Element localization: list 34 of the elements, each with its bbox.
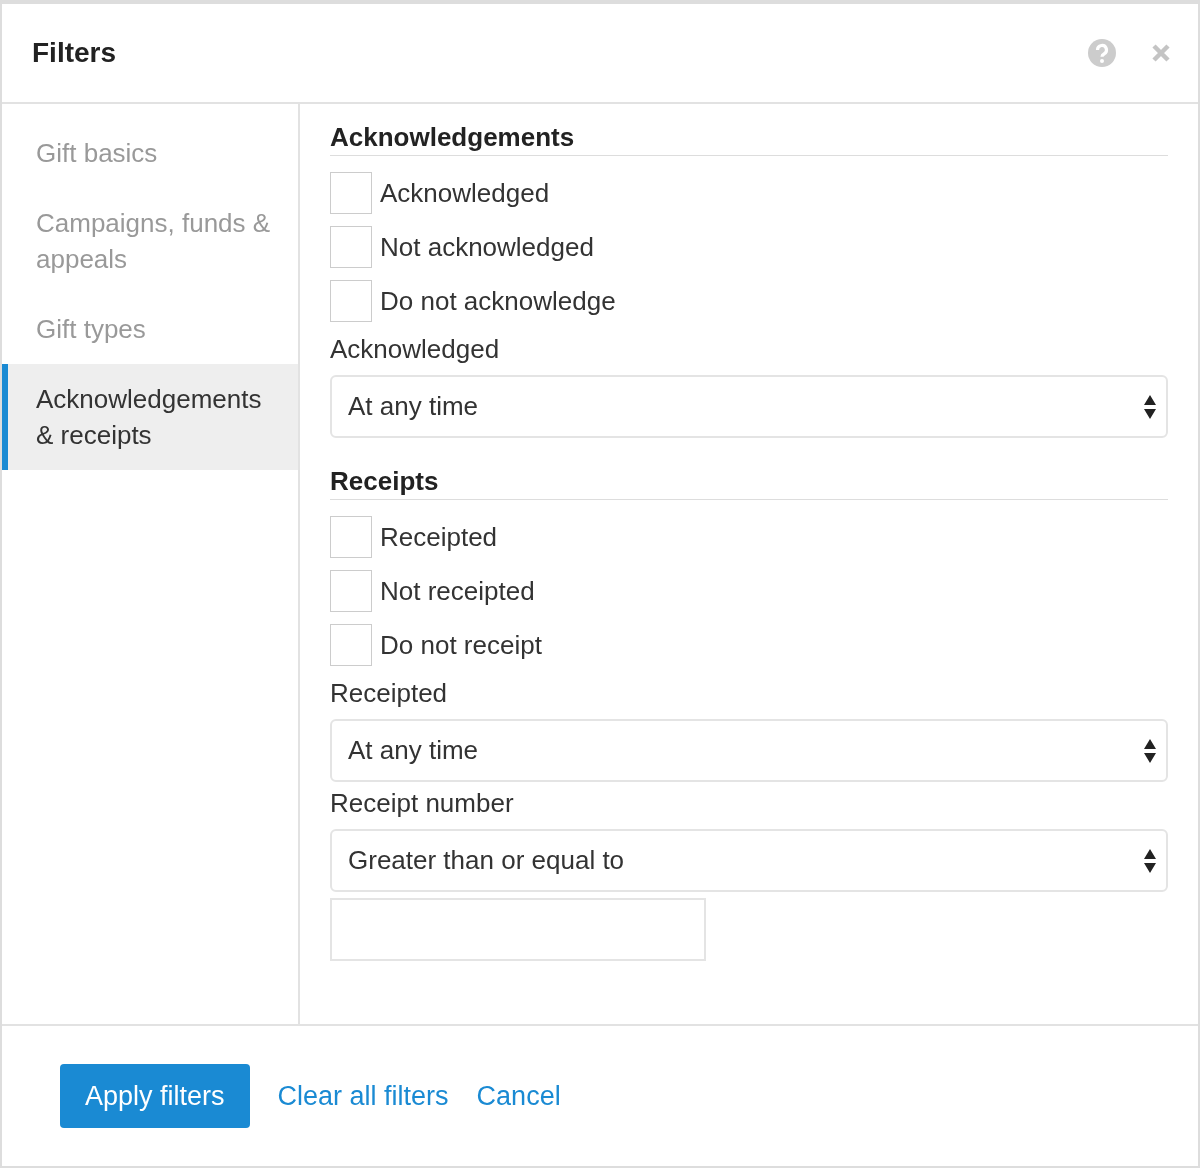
checkbox[interactable] xyxy=(330,516,372,558)
input-field[interactable] xyxy=(330,898,706,961)
field-label: Receipted xyxy=(330,678,449,709)
sort-arrows-icon xyxy=(1144,737,1156,764)
checkbox-label: Do not receipt xyxy=(380,629,542,661)
section-heading: Acknowledgements xyxy=(330,122,1168,156)
checkbox-label: Do not acknowledge xyxy=(380,285,616,317)
checkbox[interactable] xyxy=(330,624,372,666)
sort-arrows-icon xyxy=(1144,847,1156,874)
checkbox[interactable] xyxy=(330,172,372,214)
checkbox-label: Not acknowledged xyxy=(380,231,594,263)
apply-button[interactable]: Apply filters xyxy=(60,1064,250,1128)
section-heading: Receipts xyxy=(330,466,1168,500)
footer-link[interactable]: Clear all filters xyxy=(277,1080,449,1112)
sidebar-item[interactable]: Acknowledgements & receipts xyxy=(2,364,298,470)
footer-link[interactable]: Cancel xyxy=(476,1080,561,1112)
field-label: Receipt number xyxy=(330,788,515,819)
checkbox[interactable] xyxy=(330,570,372,612)
sort-arrows-icon xyxy=(1144,393,1156,420)
sidebar-item[interactable]: Campaigns, funds & appeals xyxy=(2,188,298,294)
dropdown[interactable]: At any time xyxy=(330,375,1168,438)
checkbox-label: Acknowledged xyxy=(380,177,550,209)
dialog-title: Filters xyxy=(32,37,118,69)
close-icon[interactable] xyxy=(1152,44,1170,62)
sidebar-item[interactable]: Gift basics xyxy=(2,118,298,188)
field-label: Acknowledged xyxy=(330,334,501,365)
dropdown[interactable]: Greater than or equal to xyxy=(330,829,1168,892)
dropdown[interactable]: At any time xyxy=(330,719,1168,782)
help-icon[interactable] xyxy=(1088,39,1116,67)
sidebar-item[interactable]: Gift types xyxy=(2,294,298,364)
checkbox-label: Receipted xyxy=(380,521,498,553)
checkbox-label: Not receipted xyxy=(380,575,535,607)
checkbox[interactable] xyxy=(330,226,372,268)
checkbox[interactable] xyxy=(330,280,372,322)
